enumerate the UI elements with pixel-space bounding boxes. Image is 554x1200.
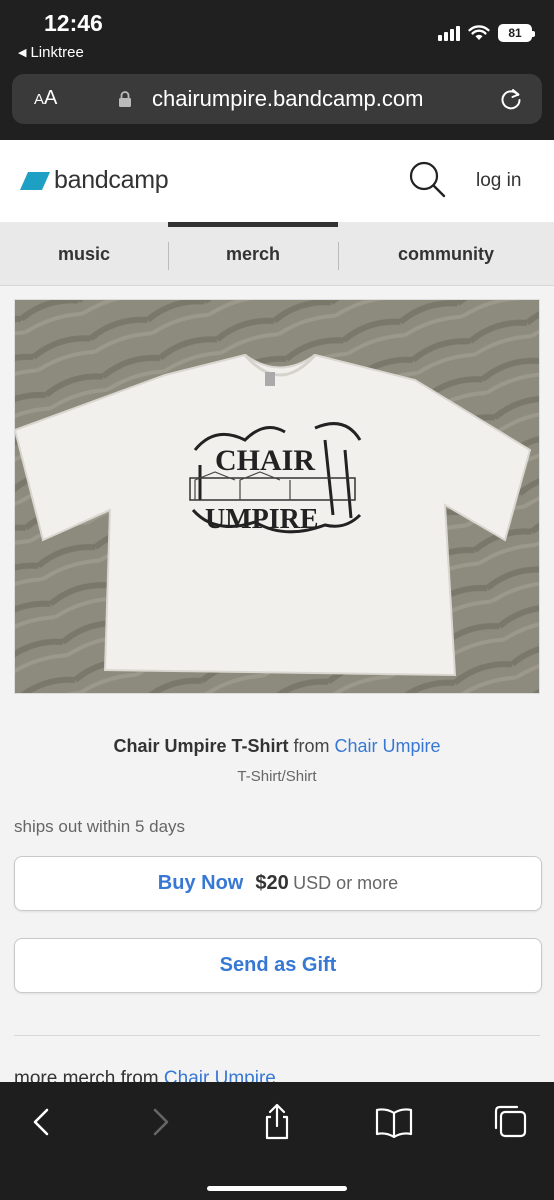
buy-now-label: Buy Now [157, 872, 244, 894]
back-triangle-icon: ◀ [18, 47, 27, 59]
back-icon[interactable] [22, 1102, 62, 1142]
tab-merch[interactable]: merch [168, 222, 338, 286]
price-group: $20 USD or more [255, 872, 398, 895]
section-divider [14, 1035, 540, 1036]
logo-text: bandcamp [54, 166, 169, 194]
bandcamp-logo-icon [20, 171, 50, 190]
send-as-gift-label: Send as Gift [219, 954, 337, 976]
share-icon[interactable] [257, 1102, 297, 1142]
back-to-app-link[interactable]: ◀ Linktree [18, 44, 84, 61]
lock-icon [119, 91, 131, 107]
url-text[interactable]: chairumpire.bandcamp.com [152, 86, 423, 112]
tshirt-photo-image: CHAIR UMPIRE [15, 300, 539, 693]
bandcamp-logo[interactable]: bandcamp [20, 166, 169, 195]
send-as-gift-button[interactable]: Send as Gift [14, 938, 542, 993]
artist-link[interactable]: Chair Umpire [335, 736, 441, 756]
address-bar[interactable]: AA chairumpire.bandcamp.com [12, 74, 542, 124]
product-type: T-Shirt/Shirt [237, 768, 317, 785]
from-label: from [293, 736, 330, 756]
wifi-icon [468, 25, 490, 40]
tab-community[interactable]: community [338, 222, 554, 286]
browser-top-chrome: 12:46 ◀ Linktree 81 AA chairumpire.bandc… [0, 0, 554, 140]
battery-indicator: 81 [498, 24, 535, 42]
product-title-line: Chair Umpire T-Shirt from Chair Umpire [0, 736, 554, 757]
back-app-label: Linktree [30, 44, 84, 61]
print-text-top: CHAIR [215, 444, 315, 477]
currency-note: USD or more [293, 873, 399, 893]
tabs-icon[interactable] [491, 1102, 531, 1142]
reload-icon[interactable] [498, 86, 524, 112]
price: $20 [255, 872, 289, 894]
status-time: 12:46 [44, 10, 103, 36]
reader-options-button[interactable]: AA [34, 87, 57, 110]
section-nav: music merch community [0, 222, 554, 286]
site-header: bandcamp log in [0, 140, 554, 222]
search-icon[interactable] [406, 158, 448, 200]
home-indicator[interactable] [207, 1186, 347, 1191]
shipping-info: ships out within 5 days [14, 817, 186, 836]
print-text-bottom: UMPIRE [205, 504, 319, 535]
tab-music[interactable]: music [0, 222, 168, 286]
cellular-signal-icon [438, 25, 460, 41]
forward-icon[interactable] [140, 1102, 180, 1142]
product-photo[interactable]: CHAIR UMPIRE [14, 299, 540, 694]
status-icons: 81 [438, 24, 535, 42]
product-title: Chair Umpire T-Shirt [113, 736, 289, 756]
buy-now-button[interactable]: Buy Now $20 USD or more [14, 856, 542, 911]
login-link[interactable]: log in [476, 170, 521, 192]
browser-toolbar [0, 1082, 554, 1200]
bookmarks-icon[interactable] [374, 1102, 414, 1142]
